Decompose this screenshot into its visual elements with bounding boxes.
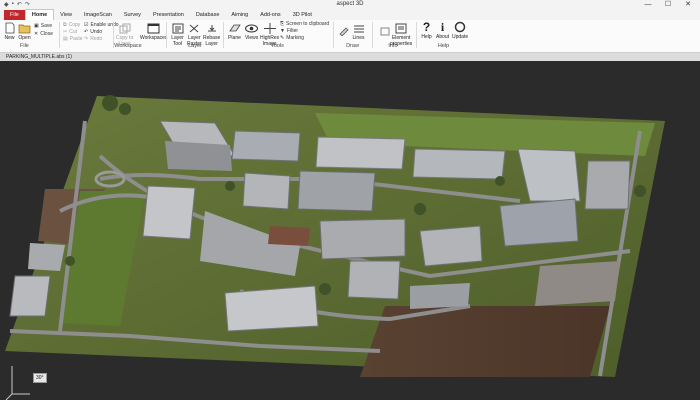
document-tab[interactable]: PARKING_MULTIPLE.abs (1): [6, 54, 72, 60]
marking-button[interactable]: ✎ Marking: [280, 34, 304, 41]
maximize-button[interactable]: ☐: [658, 0, 678, 10]
minimize-button[interactable]: —: [638, 0, 658, 10]
lines-button[interactable]: Lines: [352, 22, 365, 41]
group-tools: Tools: [271, 43, 284, 49]
save-button[interactable]: ▣ Save: [34, 22, 52, 29]
group-info: Info: [388, 43, 398, 49]
ribbon-tabs: File Home View ImageScan Survey Presenta…: [0, 9, 700, 20]
workspaces-button[interactable]: Workspaces: [140, 22, 167, 41]
tab-file[interactable]: File: [4, 10, 25, 20]
plane-button[interactable]: Plane: [228, 22, 241, 41]
group-draw: Draw: [346, 43, 359, 49]
plane-icon: [228, 22, 241, 34]
group-workspace: Workspace: [114, 43, 142, 49]
paste-button[interactable]: ▤ Paste: [63, 35, 83, 42]
rebase-layer-icon: [205, 22, 218, 34]
document-tab-bar: PARKING_MULTIPLE.abs (1): [0, 53, 700, 61]
tab-home[interactable]: Home: [24, 9, 55, 20]
undo-button[interactable]: ↶ Undo: [84, 28, 102, 35]
separator: [416, 22, 417, 48]
separator: [223, 22, 224, 48]
enable-undo-icon: ☑: [84, 21, 89, 28]
new-file-icon: [3, 22, 16, 34]
close-doc-icon: ✕: [34, 30, 39, 37]
save-icon: ▣: [34, 22, 39, 29]
close-doc-button[interactable]: ✕ Close: [34, 30, 53, 37]
eye-icon: [245, 22, 259, 34]
cut-icon: ✂: [63, 28, 68, 35]
new-label: New: [4, 35, 15, 41]
separator: [333, 22, 334, 48]
update-button[interactable]: Update: [452, 21, 468, 40]
info-icon: i: [440, 20, 445, 34]
tab-add-ons[interactable]: Add-ons: [254, 10, 287, 20]
question-icon: ?: [422, 20, 431, 34]
draw-tool-button[interactable]: [337, 24, 350, 37]
about-button[interactable]: i About: [436, 21, 449, 40]
marking-icon: ✎: [280, 34, 285, 41]
aerial-3d-model[interactable]: [0, 61, 700, 400]
redo-icon: ↷: [84, 35, 89, 42]
views-button[interactable]: Views: [245, 22, 258, 41]
open-folder-icon: [18, 22, 31, 34]
close-button[interactable]: ✕: [678, 0, 698, 10]
open-label: Open: [18, 35, 31, 41]
redo-button[interactable]: ↷ Redo: [84, 35, 102, 42]
paste-icon: ▤: [63, 35, 68, 42]
layer-raster-icon: [188, 22, 201, 34]
3d-viewport[interactable]: 30°: [0, 61, 700, 400]
filter-button[interactable]: ▼ Filter: [280, 27, 298, 34]
group-file: File: [20, 43, 29, 49]
app-title: aspect 3D: [336, 1, 364, 7]
tab-presentation[interactable]: Presentation: [147, 10, 190, 20]
ribbon: New Open ▣ Save ✕ Close File ⧉ Copy ✂ Cut ▤ P…: [0, 20, 700, 53]
tab-database[interactable]: Database: [190, 10, 226, 20]
update-icon: [454, 21, 467, 33]
view-angle-badge: 30°: [33, 373, 47, 383]
group-layer: Layer: [188, 43, 202, 49]
element-properties-icon: [395, 22, 408, 34]
crosshair-icon: [263, 22, 276, 34]
screen-clipboard-icon: ⎘: [280, 20, 285, 27]
undo-icon: ↶: [84, 28, 89, 35]
separator: [166, 22, 167, 48]
axis-indicator: [5, 366, 30, 400]
help-button[interactable]: ? Help: [420, 21, 433, 40]
layer-tool-icon: [171, 22, 184, 34]
new-button[interactable]: New: [3, 22, 16, 41]
separator: [59, 22, 60, 48]
open-button[interactable]: Open: [18, 22, 31, 41]
tab-view[interactable]: View: [54, 10, 78, 20]
group-help: Help: [437, 43, 450, 49]
window-controls: — ☐ ✕: [638, 0, 698, 10]
screen-to-clipboard-button[interactable]: ⎘ Screen to clipboard: [280, 20, 329, 27]
cut-button[interactable]: ✂ Cut: [63, 28, 77, 35]
filter-icon: ▼: [280, 27, 285, 34]
tab-aiming[interactable]: Aiming: [225, 10, 254, 20]
draw-pen-icon: [337, 24, 350, 36]
copy-button[interactable]: ⧉ Copy: [63, 21, 80, 28]
copy-to-layer-icon: [118, 22, 131, 34]
workspaces-icon: [147, 22, 160, 34]
tab-imagescan[interactable]: ImageScan: [78, 10, 118, 20]
tab-survey[interactable]: Survey: [118, 10, 147, 20]
copy-icon: ⧉: [63, 21, 67, 28]
separator: [372, 22, 373, 48]
tab-3d-pilot[interactable]: 3D Pilot: [287, 10, 318, 20]
lines-icon: [352, 22, 365, 34]
